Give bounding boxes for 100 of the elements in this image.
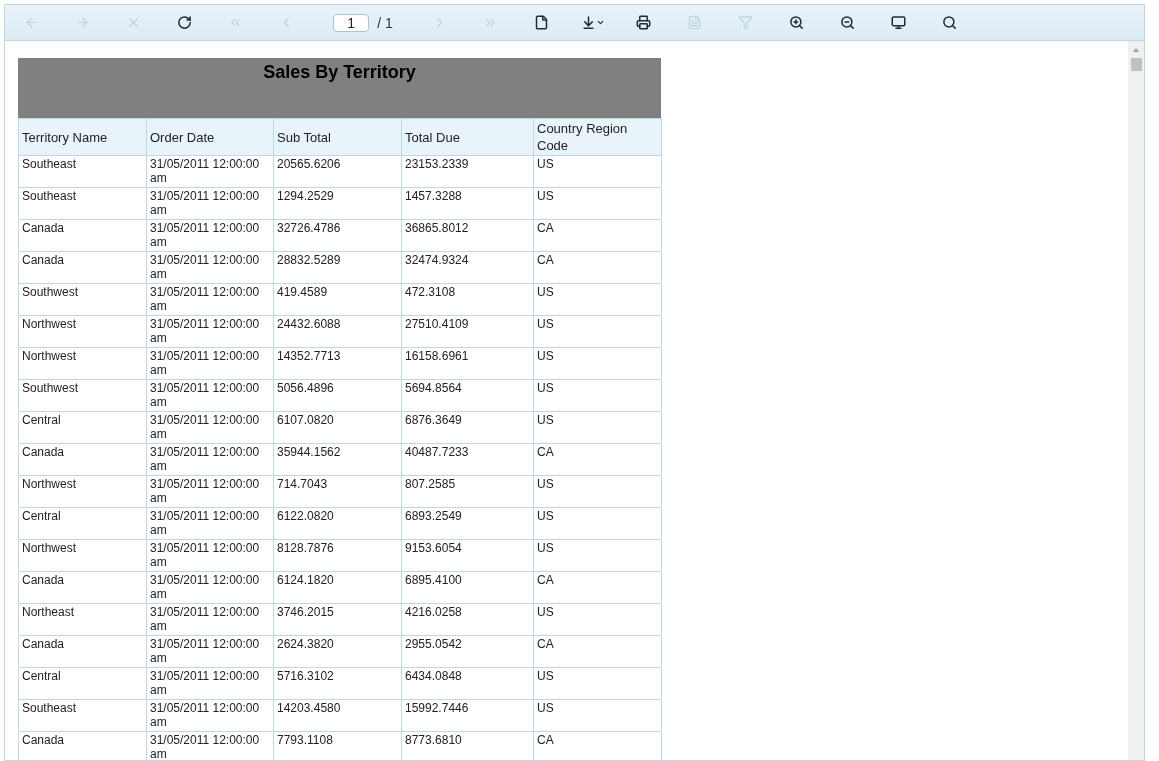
column-header: Total Due — [401, 118, 534, 156]
table-cell: 32726.4786 — [273, 219, 402, 252]
table-cell: CA — [533, 571, 662, 604]
table-cell: 31/05/2011 12:00:00 am — [146, 283, 274, 316]
table-cell: 31/05/2011 12:00:00 am — [146, 219, 274, 252]
page-number-field[interactable]: 1 — [333, 13, 370, 32]
table-cell: 23153.2339 — [401, 155, 534, 188]
table-cell: Canada — [18, 251, 147, 284]
table-cell: CA — [533, 635, 662, 668]
table-cell: Southeast — [18, 155, 147, 188]
table-cell: CA — [533, 251, 662, 284]
table-cell: US — [533, 187, 662, 220]
table-cell: 31/05/2011 12:00:00 am — [146, 155, 274, 188]
table-cell: Northwest — [18, 539, 147, 572]
table-cell: 1457.3288 — [401, 187, 534, 220]
column-header: Sub Total — [273, 118, 402, 156]
table-cell: Canada — [18, 571, 147, 604]
table-cell: 9153.6054 — [401, 539, 534, 572]
table-cell: CA — [533, 219, 662, 252]
table-cell: Central — [18, 667, 147, 700]
table-cell: Canada — [18, 443, 147, 476]
table-cell: CA — [533, 443, 662, 476]
table-cell: 5716.3102 — [273, 667, 402, 700]
table-cell: 31/05/2011 12:00:00 am — [146, 539, 274, 572]
table-cell: 32474.9324 — [401, 251, 534, 284]
table-cell: US — [533, 283, 662, 316]
table-cell: 5056.4896 — [273, 379, 402, 412]
table-cell: 8128.7876 — [273, 539, 402, 572]
table-cell: 14352.7713 — [273, 347, 402, 380]
table-cell: 807.2585 — [401, 475, 534, 508]
scrollbar-thumb[interactable] — [1131, 58, 1142, 71]
table-cell: Southeast — [18, 187, 147, 220]
table-cell: 419.4589 — [273, 283, 402, 316]
caret-icon — [595, 18, 605, 27]
table-cell: 31/05/2011 12:00:00 am — [146, 507, 274, 540]
table-cell: 714.7043 — [273, 475, 402, 508]
column-header: Country Region Code — [533, 118, 662, 156]
table-cell: Southwest — [18, 379, 147, 412]
table-cell: 31/05/2011 12:00:00 am — [146, 443, 274, 476]
table-cell: Central — [18, 507, 147, 540]
table-cell: 6107.0820 — [273, 411, 402, 444]
table-cell: US — [533, 155, 662, 188]
table-cell: 31/05/2011 12:00:00 am — [146, 571, 274, 604]
table-cell: Northwest — [18, 475, 147, 508]
table-cell: 31/05/2011 12:00:00 am — [146, 315, 274, 348]
table-cell: Northwest — [18, 347, 147, 380]
table-cell: US — [533, 315, 662, 348]
table-cell: US — [533, 379, 662, 412]
table-cell: 31/05/2011 12:00:00 am — [146, 635, 274, 668]
table-cell: 472.3108 — [401, 283, 534, 316]
table-cell: 35944.1562 — [273, 443, 402, 476]
table-cell: 31/05/2011 12:00:00 am — [146, 379, 274, 412]
table-cell: 31/05/2011 12:00:00 am — [146, 699, 274, 732]
table-cell: US — [533, 475, 662, 508]
table-cell: 31/05/2011 12:00:00 am — [146, 347, 274, 380]
table-cell: 6122.0820 — [273, 507, 402, 540]
table-cell: 40487.7233 — [401, 443, 534, 476]
table-cell: 1294.2529 — [273, 187, 402, 220]
table-cell: Central — [18, 411, 147, 444]
table-cell: US — [533, 539, 662, 572]
table-cell: Southeast — [18, 699, 147, 732]
table-cell: Canada — [18, 219, 147, 252]
table-cell: US — [533, 347, 662, 380]
table-cell: US — [533, 411, 662, 444]
table-cell: 6895.4100 — [401, 571, 534, 604]
table-cell: US — [533, 699, 662, 732]
table-cell: 24432.6088 — [273, 315, 402, 348]
table-cell: 31/05/2011 12:00:00 am — [146, 603, 274, 636]
table-cell: 14203.4580 — [273, 699, 402, 732]
table-cell: 27510.4109 — [401, 315, 534, 348]
table-cell: 31/05/2011 12:00:00 am — [146, 187, 274, 220]
table-cell: 31/05/2011 12:00:00 am — [146, 411, 274, 444]
column-header: Order Date — [146, 118, 274, 156]
table-cell: Canada — [18, 731, 147, 760]
table-cell: 6893.2549 — [401, 507, 534, 540]
table-cell: 20565.6206 — [273, 155, 402, 188]
table-cell: Canada — [18, 635, 147, 668]
page-count: / 1 — [377, 14, 393, 31]
table-cell: 31/05/2011 12:00:00 am — [146, 667, 274, 700]
table-cell: 15992.7446 — [401, 699, 534, 732]
scroll-up-arrow-icon[interactable] — [1133, 48, 1139, 52]
table-cell: 4216.0258 — [401, 603, 534, 636]
table-cell: 2955.0542 — [401, 635, 534, 668]
table-cell: Southwest — [18, 283, 147, 316]
table-cell: US — [533, 603, 662, 636]
table-cell: 28832.5289 — [273, 251, 402, 284]
table-cell: 31/05/2011 12:00:00 am — [146, 251, 274, 284]
report-title: Sales By Territory — [263, 62, 416, 84]
table-cell: 2624.3820 — [273, 635, 402, 668]
table-cell: 5694.8564 — [401, 379, 534, 412]
column-header: Territory Name — [18, 118, 147, 156]
table-cell: 6876.3649 — [401, 411, 534, 444]
table-cell: Northeast — [18, 603, 147, 636]
table-cell: 36865.8012 — [401, 219, 534, 252]
table-cell: 16158.6961 — [401, 347, 534, 380]
table-cell: US — [533, 507, 662, 540]
table-cell: US — [533, 667, 662, 700]
table-cell: 6124.1820 — [273, 571, 402, 604]
table-cell: 6434.0848 — [401, 667, 534, 700]
table-cell: Northwest — [18, 315, 147, 348]
